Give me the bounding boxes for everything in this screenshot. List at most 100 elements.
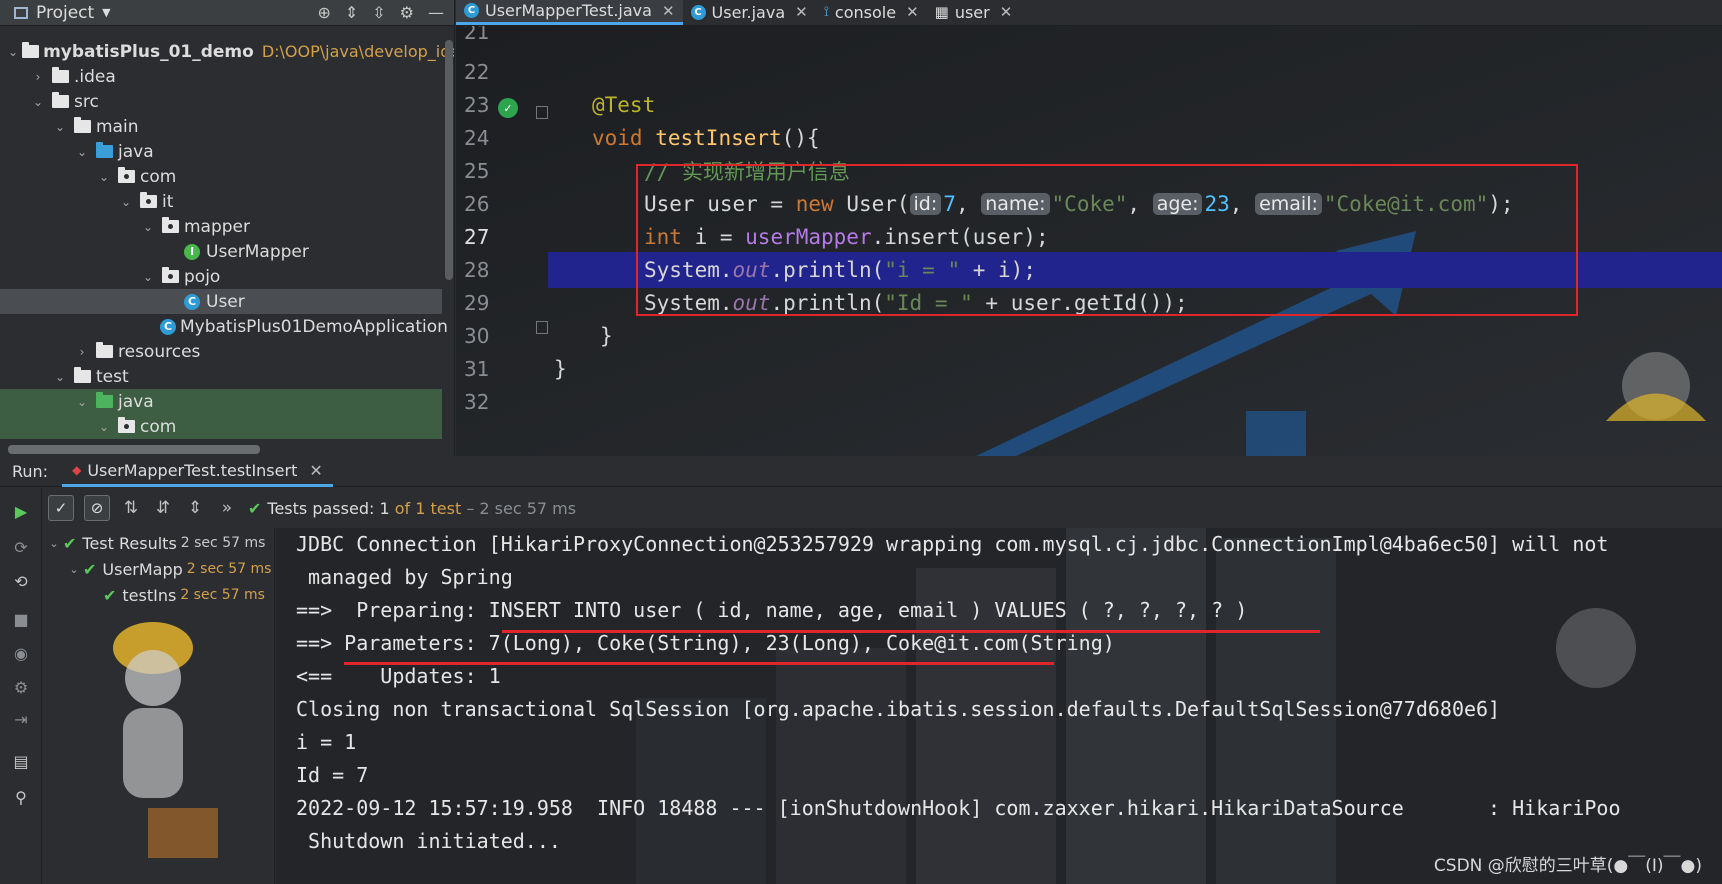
chevron-down-icon[interactable]: ⌄ [8,45,18,59]
tree-item-com[interactable]: ⌄ com [0,164,442,189]
tree-item-test-com[interactable]: ⌄ com [0,414,442,439]
layout-icon[interactable]: ▤ [12,752,30,771]
chevron-right-icon[interactable]: › [74,345,90,359]
package-icon [138,192,158,210]
tab-usermappertest[interactable]: C UserMapperTest.java ✕ [456,0,683,25]
result-label: UserMapp [102,559,183,579]
console-output[interactable]: JDBC Connection [HikariProxyConnection@2… [276,528,1722,884]
chevron-down-icon[interactable]: ⌄ [140,220,156,234]
collapse-all-icon[interactable]: ⇳ [372,3,385,22]
chevron-down-icon[interactable]: ⌄ [74,145,90,159]
tab-user-table[interactable]: ▦ user ✕ [927,0,1021,25]
line-number: 28 [464,258,490,282]
hide-icon[interactable]: — [428,3,444,22]
tree-item-application[interactable]: C MybatisPlus01DemoApplication [0,314,448,339]
passed-count: 1 [379,498,390,518]
annotation: @Test [592,93,656,117]
result-method[interactable]: ✔ testIns 2 sec 57 ms [43,582,274,608]
close-icon[interactable]: ✕ [1000,3,1013,21]
tree-item-usermapper[interactable]: I UserMapper [0,239,442,264]
result-root[interactable]: ⌄ ✔ Test Results 2 sec 57 ms [43,530,274,556]
tree-item-project-root[interactable]: ⌄ mybatisPlus_01_demo D:\OOP\java\develo… [0,39,454,64]
chevron-down-icon[interactable]: ⌄ [140,270,156,284]
chevron-right-icon[interactable]: › [30,70,46,84]
tree-item-idea[interactable]: › .idea [0,64,442,89]
tree-item-mapper[interactable]: ⌄ mapper [0,214,442,239]
fold-icon[interactable] [536,106,548,119]
package-icon [160,267,180,285]
tab-console[interactable]: ⟟ console ✕ [816,0,927,25]
chevron-down-icon[interactable]: ⌄ [67,563,81,576]
run-toolbar: ✓ ⊘ ⇅ ⇵ ⇕ » ✔ Tests passed: 1 of 1 test –… [42,488,1722,528]
pin-icon[interactable]: ⚲ [12,788,30,807]
horizontal-scrollbar[interactable] [8,445,260,454]
sort-alpha-icon[interactable]: ⇅ [120,498,142,518]
rerun-icon[interactable]: ▶ [12,502,30,521]
tree-item-label: resources [118,341,201,362]
stop-icon[interactable]: ■ [12,610,30,629]
tab-user-java[interactable]: C User.java ✕ [683,0,816,25]
line-number: 29 [464,291,490,315]
tree-item-resources[interactable]: › resources [0,339,442,364]
locate-icon[interactable]: ⊕ [317,3,330,22]
show-ignored-button[interactable]: ⊘ [84,495,110,521]
tree-item-main[interactable]: ⌄ main [0,114,442,139]
expand-all-icon[interactable]: ⇕ [184,498,206,518]
check-icon: ✔ [83,559,97,579]
sort-duration-icon[interactable]: ⇵ [152,498,174,518]
fold-icon[interactable] [536,321,548,334]
toggle-auto-test-icon[interactable]: ⟲ [12,572,30,591]
tree-item-test-java[interactable]: ⌄ java [0,389,442,414]
tree-item-pojo[interactable]: ⌄ pojo [0,264,442,289]
tree-item-user[interactable]: C User [0,289,442,314]
tree-item-test[interactable]: ⌄ test [0,364,442,389]
editor-tabs: C UserMapperTest.java ✕ C User.java ✕ ⟟ … [456,0,1722,26]
chevron-down-icon[interactable]: ⌄ [96,170,112,184]
camera-icon[interactable]: ◉ [12,644,30,663]
project-title[interactable]: Project [36,3,94,23]
close-icon[interactable]: ✕ [662,2,675,20]
chevron-down-icon[interactable]: ⌄ [52,120,68,134]
close-icon[interactable]: ✕ [309,461,322,480]
run-tab-label: UserMapperTest.testInsert [87,460,298,480]
table-icon: ▦ [934,3,949,21]
tab-run-config[interactable]: ◆ UserMapperTest.testInsert ✕ [62,457,333,487]
check-icon: ✔ [248,498,262,518]
more-icon[interactable]: » [216,498,238,518]
folder-icon [72,367,92,385]
run-test-icon[interactable]: ✓ [498,98,518,118]
rerun-failed-icon[interactable]: ⟳ [12,538,30,557]
close-icon[interactable]: ✕ [795,3,808,21]
vertical-scrollbar[interactable] [445,40,453,280]
tree-item-java[interactable]: ⌄ java [0,139,442,164]
gear-icon[interactable]: ⚙ [400,3,414,22]
chevron-down-icon[interactable]: ⌄ [74,395,90,409]
chevron-down-icon[interactable]: ⌄ [96,420,112,434]
tests-status: ✔ Tests passed: 1 of 1 test – 2 sec 57 ms [248,499,576,518]
tree-item-label: com [140,416,177,437]
code-line-23: void testInsert (){ [548,120,1722,156]
project-view-icon[interactable] [14,6,28,19]
close-icon[interactable]: ✕ [906,3,919,21]
show-passed-button[interactable]: ✓ [48,495,74,521]
settings-icon[interactable]: ⚙ [12,678,30,697]
chevron-down-icon[interactable]: ⌄ [118,195,134,209]
expand-all-icon[interactable]: ⇕ [345,3,358,22]
package-icon [116,167,136,185]
exit-icon[interactable]: ⇥ [12,710,30,729]
chevron-down-icon[interactable]: ⌄ [30,95,46,109]
test-results-tree[interactable]: ⌄ ✔ Test Results 2 sec 57 ms ⌄ ✔ UserMap… [43,528,275,884]
tree-item-it[interactable]: ⌄ it [0,189,442,214]
chevron-down-icon[interactable]: ⌄ [52,370,68,384]
underline-annotation [502,630,1320,633]
tree-item-src[interactable]: ⌄ src [0,89,442,114]
result-time: 2 sec 57 ms [186,561,272,577]
tree-item-label: mapper [184,216,251,237]
chevron-down-icon[interactable]: ⌄ [47,537,61,550]
watermark: CSDN @欣慰的三叶草(●￣(I)￣●) [1433,856,1702,876]
tree-item-label: test [96,366,129,387]
tab-label: User.java [711,2,786,22]
result-class[interactable]: ⌄ ✔ UserMapp 2 sec 57 ms [43,556,274,582]
tab-label: UserMapperTest.java [485,1,652,20]
chevron-down-icon[interactable]: ▼ [102,6,110,19]
